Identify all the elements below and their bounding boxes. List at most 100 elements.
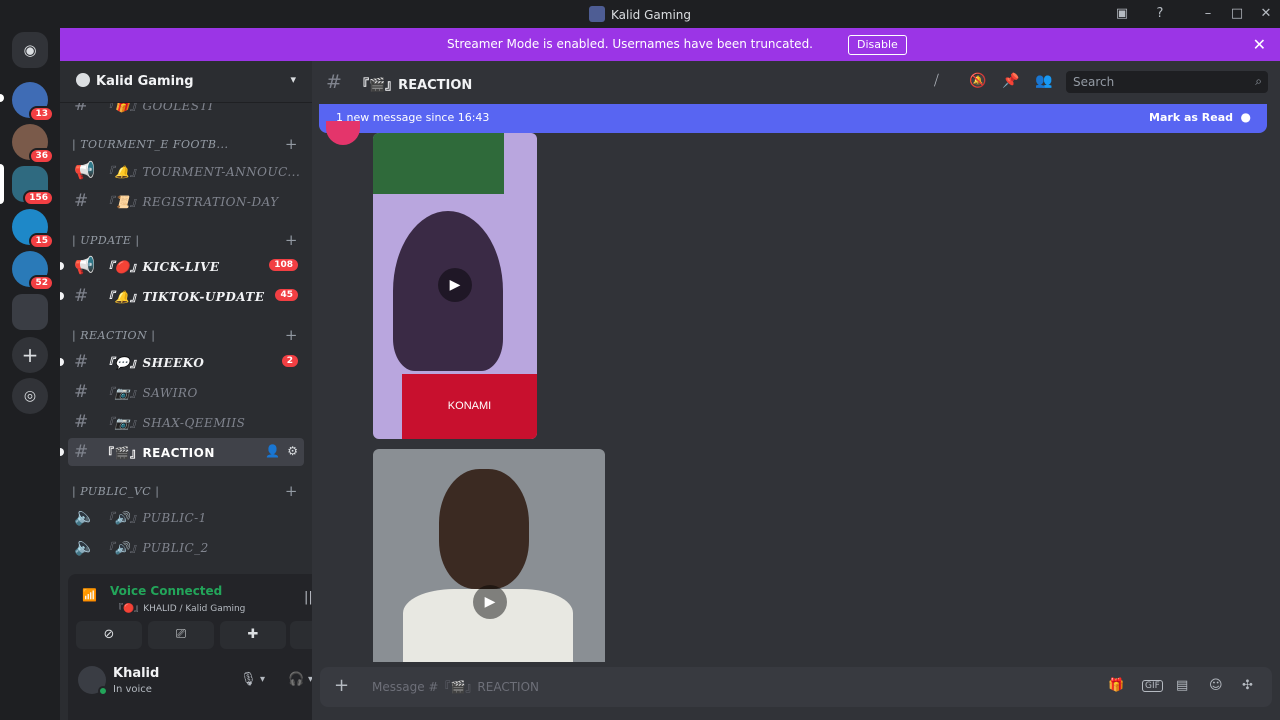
play-icon[interactable]: ▶	[473, 585, 507, 619]
channel-item[interactable]: 📢 『🔴』KICK-LIVE 108	[60, 252, 304, 280]
noise-suppression-icon[interactable]: |||	[304, 590, 312, 605]
member-list-icon[interactable]: 👥	[1035, 73, 1052, 89]
gift-icon[interactable]: 🎁	[1108, 678, 1124, 693]
signal-icon[interactable]: 📶	[82, 588, 97, 602]
server-rail: ◉ 13 36 156 15 52 + ◎	[0, 28, 60, 720]
mention-badge: 45	[275, 289, 298, 301]
unread-dot	[60, 448, 64, 456]
speaker-icon: 🔈	[74, 537, 96, 557]
voice-channel-label[interactable]: 『🔴』KHALID / Kalid Gaming	[114, 601, 245, 614]
activities-button[interactable]: ✚	[220, 621, 286, 649]
close-icon[interactable]: ✕	[1253, 35, 1266, 54]
channel-item-active[interactable]: # 『🎬』REACTION 👤 ⚙	[60, 438, 304, 466]
video-thumbnail	[373, 133, 504, 194]
gif-icon[interactable]: GIF	[1142, 680, 1163, 692]
add-channel-icon[interactable]: +	[285, 231, 298, 249]
search-box[interactable]: ⌕	[1066, 71, 1268, 93]
apps-icon[interactable]: ✣	[1242, 678, 1253, 693]
channel-item[interactable]: # 『📷』SHAX-QEEMIIS	[68, 408, 304, 436]
channel-sidebar: Kalid Gaming ▾ # 『🎁』GOOLESTI | TOURMENT_E…	[60, 61, 312, 720]
inbox-icon[interactable]: ▣	[1112, 4, 1132, 24]
pin-icon[interactable]: 📌	[1002, 73, 1019, 89]
sticker-icon[interactable]: ▤	[1176, 678, 1188, 693]
close-window-button[interactable]: ✕	[1256, 4, 1276, 24]
mark-read-icon: ●	[1240, 110, 1251, 124]
channel-header: # 『🎬』REACTION ⧸ 🔕 📌 👥 ⌕	[312, 61, 1280, 103]
gear-icon[interactable]: ⚙	[287, 444, 298, 458]
hash-icon: #	[74, 442, 89, 462]
upload-icon[interactable]: +	[334, 675, 349, 696]
search-input[interactable]	[1066, 71, 1246, 93]
username[interactable]: Khalid	[113, 666, 159, 681]
headphones-icon[interactable]: 🎧	[288, 672, 304, 687]
play-icon[interactable]: ▶	[438, 268, 472, 302]
invite-icon[interactable]: 👤	[265, 444, 280, 458]
help-icon[interactable]: ?	[1150, 4, 1170, 24]
server-badge: 156	[23, 190, 54, 206]
emoji-icon[interactable]: ☺	[1209, 678, 1223, 693]
server-badge: 52	[29, 275, 54, 291]
server-icon[interactable]	[12, 294, 48, 330]
category-header[interactable]: | REACTION | +	[72, 326, 304, 346]
hash-icon: #	[74, 412, 89, 432]
microphone-icon[interactable]: 🎙	[240, 672, 257, 687]
server-icon[interactable]: 13	[12, 82, 54, 122]
discord-home-icon[interactable]: ◉	[12, 32, 48, 68]
server-badge: 13	[29, 106, 54, 122]
maximize-button[interactable]: □	[1227, 4, 1247, 24]
soundboard-button[interactable]: ♪	[290, 621, 312, 649]
channel-item[interactable]: # 『📷』SAWIRO	[68, 378, 304, 406]
add-channel-icon[interactable]: +	[285, 482, 298, 500]
channel-item[interactable]: 📢 『🔔』TOURMENT-ANNOUC...	[68, 157, 304, 185]
server-badge: 15	[29, 233, 54, 249]
server-icon[interactable]: 36	[12, 124, 54, 164]
hash-icon: #	[326, 71, 342, 93]
screen-share-button[interactable]: ⎚	[148, 621, 214, 649]
guild-header[interactable]: Kalid Gaming ▾	[60, 61, 312, 103]
channel-item[interactable]: # 『📜』REGISTRATION-DAY	[68, 187, 304, 215]
channel-item[interactable]: # 『🔔』TIKTOK-UPDATE 45	[60, 282, 304, 310]
hash-icon: #	[74, 382, 89, 402]
minimize-button[interactable]: –	[1198, 4, 1218, 24]
add-channel-icon[interactable]: +	[285, 135, 298, 153]
hash-icon: #	[74, 286, 89, 306]
channel-item[interactable]: # 『🎁』GOOLESTI	[68, 103, 304, 119]
server-unread-pill	[0, 94, 4, 102]
voice-channel-item[interactable]: 🔈 『🔊』PUBLIC_2	[68, 533, 304, 561]
category-header[interactable]: | TOURMENT_E FOOTB... +	[72, 135, 304, 155]
announcement-icon: 📢	[74, 256, 96, 276]
discover-icon[interactable]: ◎	[12, 378, 48, 414]
avatar[interactable]	[326, 121, 360, 145]
chevron-down-icon: ▾	[290, 73, 296, 86]
video-attachment[interactable]: KONAMI ▶	[373, 133, 537, 439]
avatar[interactable]	[78, 666, 108, 696]
user-panel: Khalid In voice 🎙 ▾ 🎧 ▾ ⚙	[68, 655, 312, 707]
search-icon: ⌕	[1255, 74, 1262, 88]
banner-message: Streamer Mode is enabled. Usernames have…	[447, 37, 813, 51]
category-header[interactable]: | PUBLIC_VC | +	[72, 482, 304, 502]
threads-icon[interactable]: ⧸	[934, 73, 939, 89]
server-badge: 36	[29, 148, 54, 164]
chevron-down-icon[interactable]: ▾	[260, 674, 265, 685]
add-channel-icon[interactable]: +	[285, 326, 298, 344]
window-titlebar: Kalid Gaming ▣ ? – □ ✕	[0, 0, 1280, 28]
server-icon[interactable]: 15	[12, 209, 54, 249]
server-icon-kalid-gaming[interactable]: 156	[12, 166, 54, 206]
channel-item[interactable]: # 『💬』SHEEKO 2	[60, 348, 304, 376]
server-icon[interactable]: 52	[12, 251, 54, 291]
camera-off-button[interactable]: ⊘	[76, 621, 142, 649]
mention-badge: 108	[269, 259, 298, 271]
add-server-icon[interactable]: +	[12, 337, 48, 373]
channel-list[interactable]: # 『🎁』GOOLESTI | TOURMENT_E FOOTB... + 📢 『🔔』…	[60, 103, 312, 573]
voice-status[interactable]: Voice Connected	[110, 584, 222, 598]
message-input[interactable]	[372, 677, 1072, 697]
speaker-icon: 🔈	[74, 507, 96, 527]
unread-dot	[60, 358, 64, 366]
video-attachment[interactable]: ▶	[373, 449, 605, 662]
new-messages-bar[interactable]: 1 new message since 16:43 Mark as Read ●	[319, 104, 1267, 133]
disable-streamer-button[interactable]: Disable	[848, 35, 907, 55]
category-header[interactable]: | UPDATE | +	[72, 231, 304, 251]
notification-mute-icon[interactable]: 🔕	[969, 73, 986, 89]
mark-as-read-button[interactable]: Mark as Read	[1149, 111, 1233, 124]
voice-channel-item[interactable]: 🔈 『🔊』PUBLIC-1	[68, 503, 304, 531]
